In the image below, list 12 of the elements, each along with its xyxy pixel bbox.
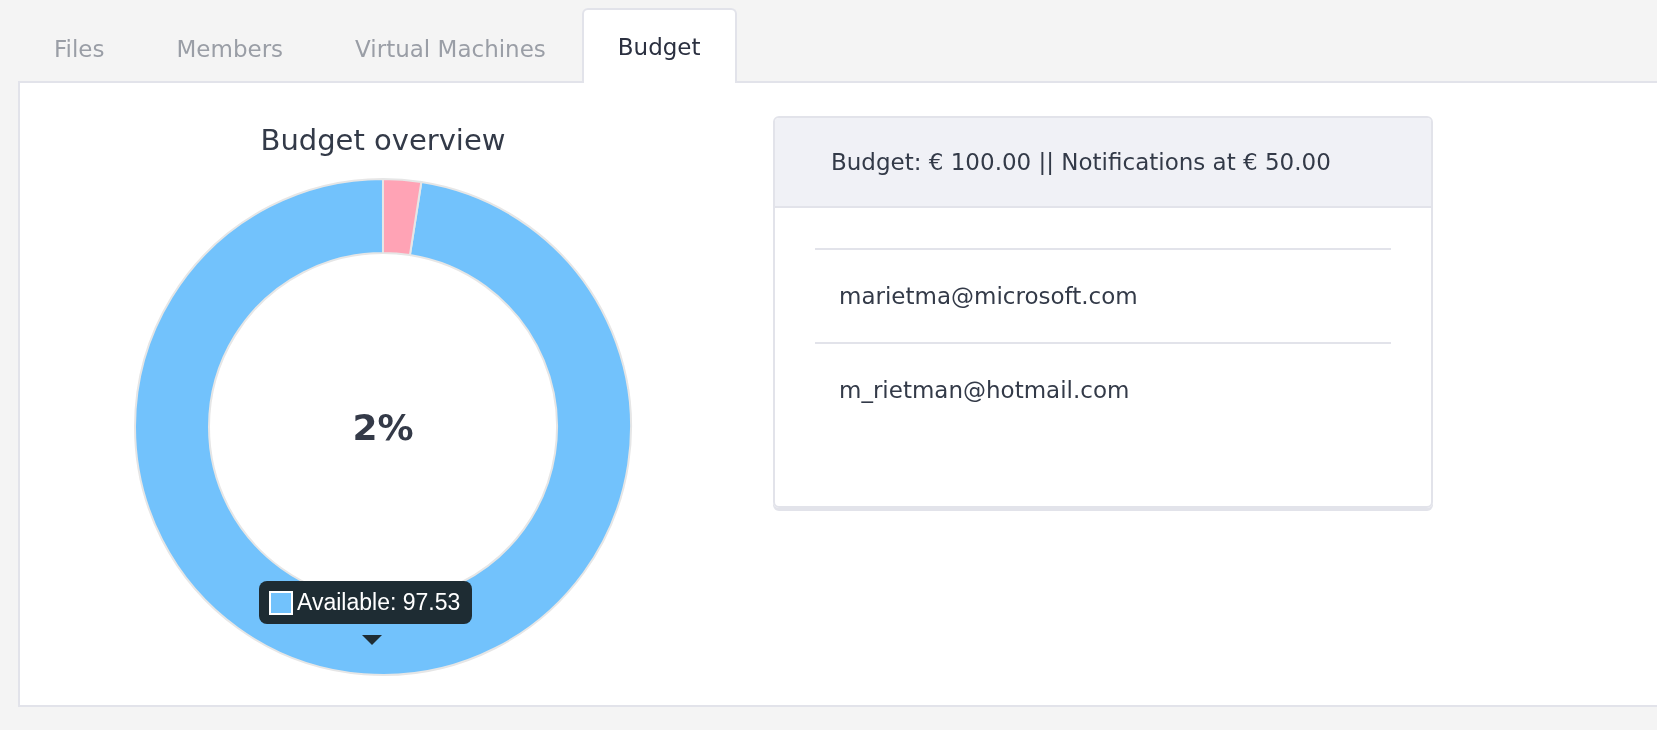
tab[interactable]: Members <box>140 13 320 83</box>
tab[interactable]: Virtual Machines <box>319 13 582 83</box>
tab[interactable]: Budget <box>581 8 737 83</box>
tooltip-pointer <box>362 635 382 645</box>
legend-swatch <box>269 590 293 615</box>
percentage-label: 2% <box>352 406 414 448</box>
chart-title: Budget overview <box>260 123 506 157</box>
tooltip-text: Available: 97.53 <box>297 589 461 616</box>
card-header: Budget: € 100.00 || Notifications at € 50.00 <box>775 118 1431 208</box>
tab[interactable]: Files <box>18 13 141 83</box>
email-row: marietma@microsoft.com <box>815 248 1391 342</box>
email-row: m_rietman@hotmail.com <box>815 342 1391 436</box>
